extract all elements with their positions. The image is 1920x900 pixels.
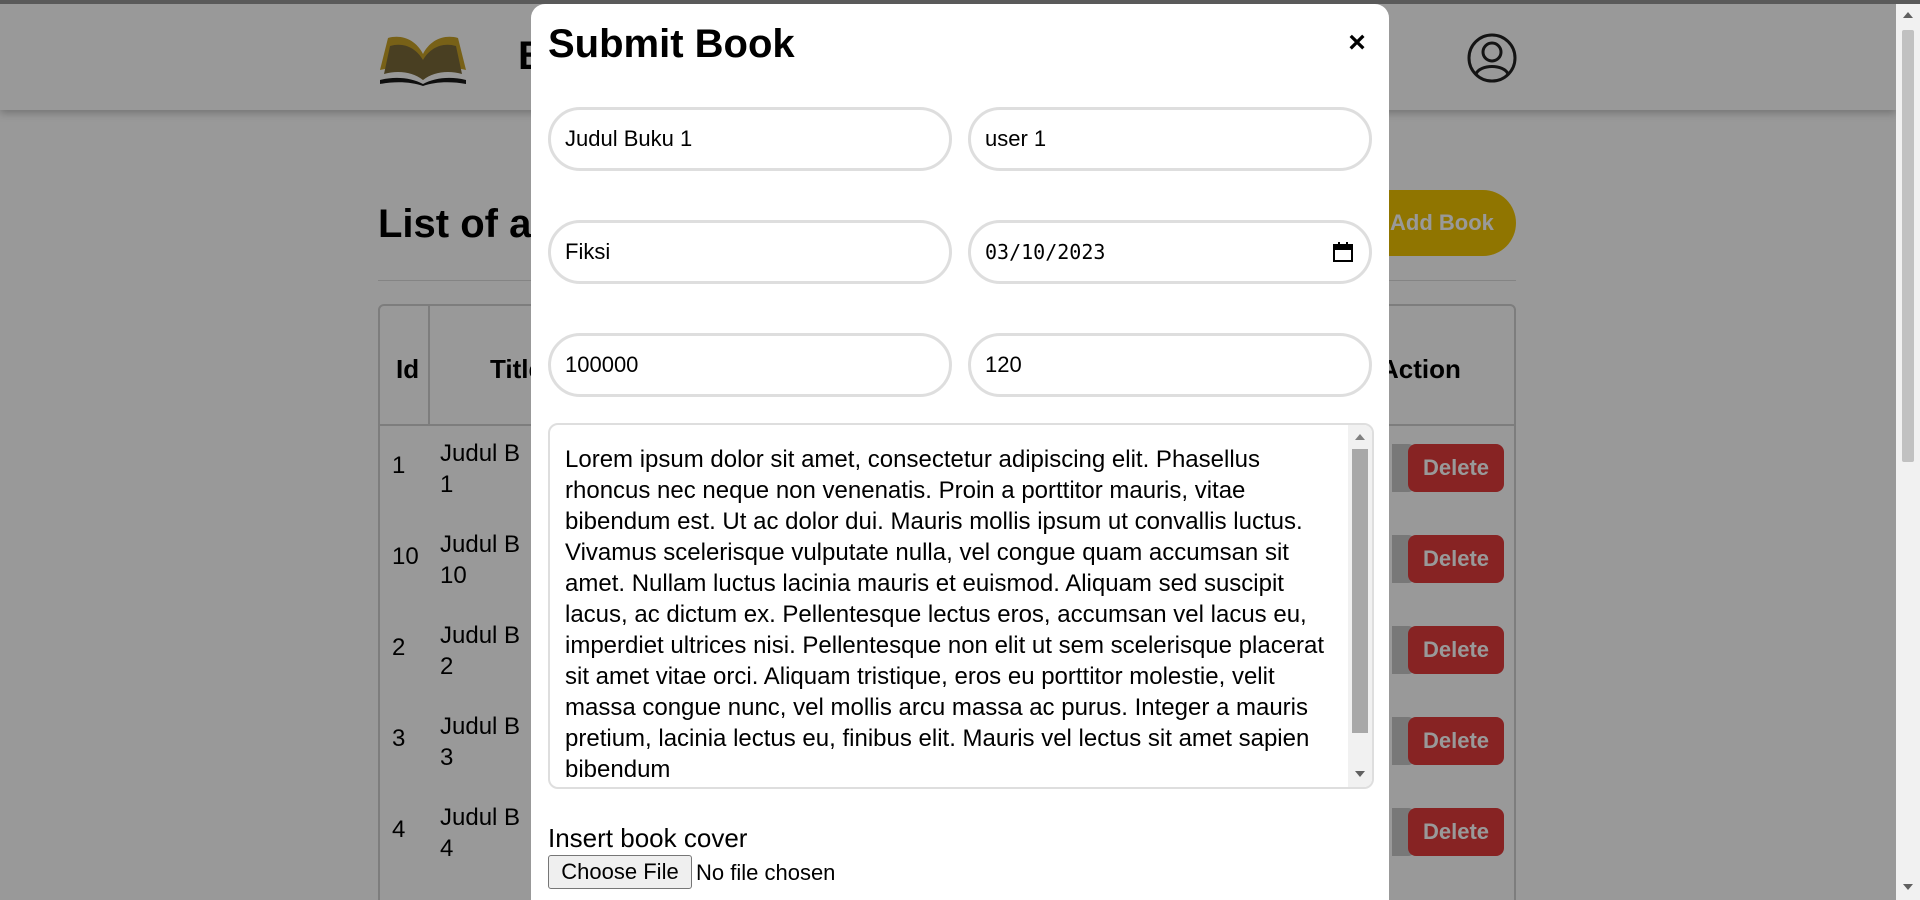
genre-input[interactable] bbox=[548, 220, 952, 284]
scroll-down-arrow-icon[interactable] bbox=[1355, 771, 1365, 777]
publish-date-input[interactable]: 03/10/2023 bbox=[968, 220, 1372, 284]
description-textarea[interactable]: Lorem ipsum dolor sit amet, consectetur … bbox=[548, 423, 1374, 789]
scrollbar-thumb[interactable] bbox=[1352, 449, 1368, 733]
description-text: Lorem ipsum dolor sit amet, consectetur … bbox=[565, 446, 1325, 783]
author-input[interactable] bbox=[968, 107, 1372, 171]
price-input[interactable] bbox=[548, 333, 952, 397]
scroll-up-arrow-icon[interactable] bbox=[1903, 12, 1913, 18]
calendar-icon[interactable] bbox=[1331, 240, 1355, 264]
pages-input[interactable] bbox=[968, 333, 1372, 397]
submit-book-modal: Submit Book × 03/10/2023 Lorem ipsum dol… bbox=[531, 4, 1389, 900]
book-title-input[interactable] bbox=[548, 107, 952, 171]
scroll-up-arrow-icon[interactable] bbox=[1355, 434, 1365, 440]
scrollbar-thumb[interactable] bbox=[1902, 30, 1914, 462]
scroll-down-arrow-icon[interactable] bbox=[1903, 884, 1913, 890]
page-scrollbar[interactable] bbox=[1896, 4, 1920, 900]
book-cover-label: Insert book cover bbox=[548, 823, 748, 853]
close-icon[interactable]: × bbox=[1342, 28, 1372, 58]
date-value: 03/10/2023 bbox=[985, 240, 1106, 264]
file-status-text: No file chosen bbox=[696, 860, 836, 885]
modal-title: Submit Book bbox=[548, 22, 795, 66]
description-scrollbar[interactable] bbox=[1348, 425, 1372, 787]
choose-file-button[interactable]: Choose File bbox=[548, 855, 692, 889]
